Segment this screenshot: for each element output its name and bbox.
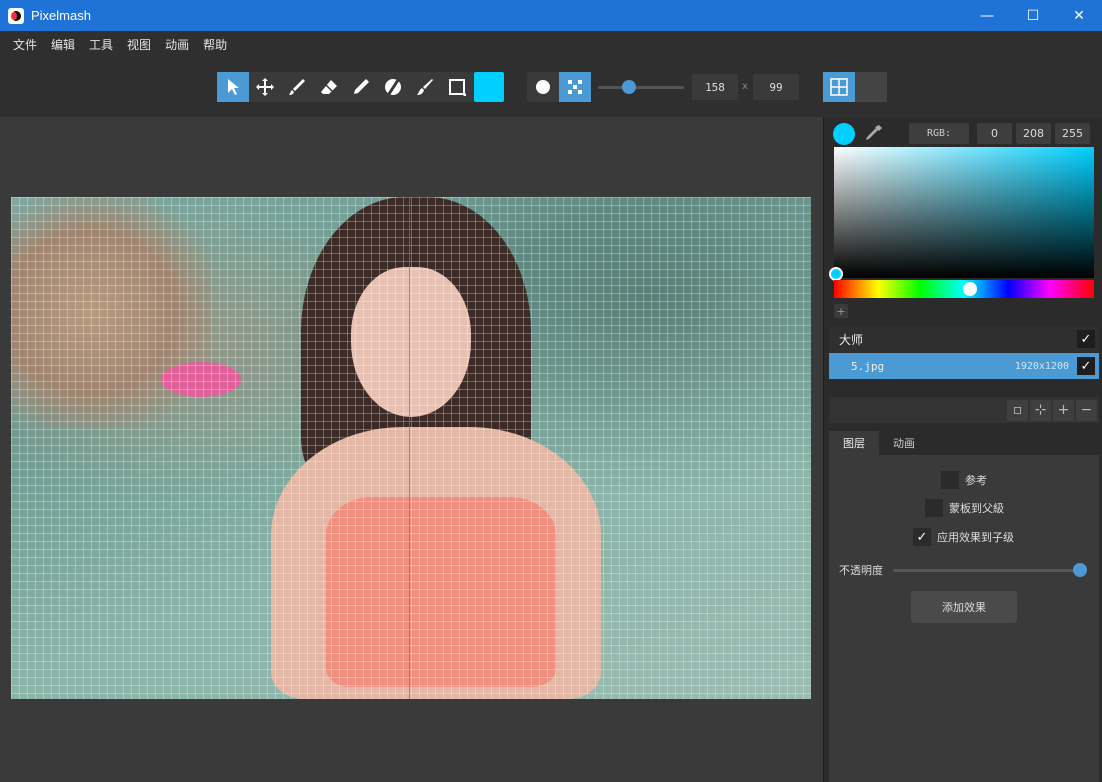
layer-visibility-checkbox[interactable]: ✓ (1077, 330, 1095, 348)
select-tool[interactable] (217, 72, 249, 102)
reference-option[interactable]: 参考 (941, 471, 987, 489)
circle-mode[interactable] (527, 72, 559, 102)
mask-to-parent-label: 蒙板到父級 (949, 502, 1004, 515)
move-icon (256, 78, 274, 96)
saturation-value-picker[interactable] (834, 147, 1094, 278)
menu-bar: 文件 编辑 工具 视图 动画 帮助 (0, 31, 1102, 57)
mask-to-parent-checkbox[interactable] (925, 499, 943, 517)
menu-help[interactable]: 帮助 (196, 36, 234, 53)
apply-to-children-label: 应用效果到子级 (937, 531, 1014, 544)
tab-layers[interactable]: 图层 (829, 431, 879, 455)
tool-group (217, 72, 504, 102)
fill-color-swatch[interactable] (474, 72, 504, 102)
layer-name: 大师 (839, 332, 864, 347)
color-mode-button[interactable]: RGB: (909, 123, 969, 144)
add-swatch-button[interactable]: + (834, 304, 848, 318)
menu-animation[interactable]: 动画 (158, 36, 196, 53)
window-title: Pixelmash (31, 8, 91, 23)
rectangle-icon (449, 79, 466, 96)
brush-tool[interactable] (281, 72, 313, 102)
fill-tool[interactable] (377, 72, 409, 102)
pencil-icon (354, 79, 369, 94)
grid-icon (830, 78, 848, 96)
pixelated-image[interactable] (11, 197, 811, 699)
minimize-button[interactable]: — (964, 0, 1010, 31)
maximize-button[interactable]: ☐ (1010, 0, 1056, 31)
menu-edit[interactable]: 编辑 (44, 36, 82, 53)
layer-size: 1920x1200 (1014, 360, 1069, 372)
current-color[interactable] (833, 123, 855, 145)
group-layer-button[interactable]: ⊹ (1030, 399, 1051, 421)
reference-checkbox[interactable] (941, 471, 959, 489)
checker-mode[interactable] (559, 72, 591, 102)
red-input[interactable]: 0 (977, 123, 1012, 144)
pixel-grid-overlay (11, 197, 811, 699)
grid-view-button[interactable] (823, 72, 855, 102)
apply-to-children-option[interactable]: ✓ 应用效果到子级 (913, 528, 1014, 546)
smudge-tool[interactable] (409, 72, 441, 102)
shape-mode-group (527, 72, 591, 102)
duplicate-layer-button[interactable]: ▫ (1007, 399, 1028, 421)
canvas-area[interactable] (0, 117, 823, 782)
opacity-slider[interactable] (893, 569, 1081, 572)
brush-size-track[interactable] (598, 86, 684, 89)
fill-disc-icon (385, 79, 401, 95)
size-separator: x (742, 81, 748, 92)
layer-row-selected[interactable]: 5.jpg 1920x1200 ✓ (829, 353, 1099, 379)
add-layer-button[interactable]: + (1053, 399, 1074, 421)
reference-label: 参考 (965, 474, 987, 487)
menu-tools[interactable]: 工具 (82, 36, 120, 53)
move-tool[interactable] (249, 72, 281, 102)
title-bar: Pixelmash — ☐ ✕ (0, 0, 1102, 31)
circle-icon (536, 80, 550, 94)
opacity-knob[interactable] (1073, 563, 1087, 577)
layer-name: 5.jpg (851, 359, 885, 373)
panel-tabs: 图层 动画 (829, 431, 1099, 455)
apply-to-children-checkbox[interactable]: ✓ (913, 528, 931, 546)
single-view-button[interactable] (855, 72, 887, 102)
mask-to-parent-option[interactable]: 蒙板到父級 (925, 499, 1004, 517)
add-effect-button[interactable]: 添加效果 (911, 591, 1017, 623)
green-input[interactable]: 208 (1016, 123, 1051, 144)
brush-icon (289, 79, 305, 95)
menu-view[interactable]: 视图 (120, 36, 158, 53)
eyedropper-icon[interactable] (864, 123, 884, 143)
layer-row[interactable]: 大师 ✓ (829, 326, 1099, 352)
brush-size-knob[interactable] (622, 80, 636, 94)
eraser-icon (321, 80, 337, 94)
tab-animation[interactable]: 动画 (879, 431, 929, 455)
center-guide (409, 197, 410, 699)
smudge-brush-icon (417, 79, 433, 95)
menu-file[interactable]: 文件 (6, 36, 44, 53)
checker-icon (568, 80, 582, 94)
blue-input[interactable]: 255 (1055, 123, 1090, 144)
pencil-tool[interactable] (345, 72, 377, 102)
opacity-label: 不透明度 (839, 564, 883, 577)
window-controls: — ☐ ✕ (964, 0, 1102, 31)
view-toggle-group (823, 72, 887, 102)
remove-layer-button[interactable]: − (1076, 399, 1097, 421)
layer-properties: 参考 蒙板到父級 ✓ 应用效果到子级 不透明度 添加效果 (829, 455, 1099, 782)
saturation-value-knob[interactable] (829, 267, 843, 281)
app-icon (8, 7, 24, 24)
close-button[interactable]: ✕ (1056, 0, 1102, 31)
layer-tools: ▫ ⊹ + − (829, 397, 1099, 423)
rectangle-tool[interactable] (441, 72, 473, 102)
brush-size-input[interactable]: 158 (692, 74, 738, 100)
eraser-tool[interactable] (313, 72, 345, 102)
canvas-value-input[interactable]: 99 (753, 74, 799, 100)
layer-visibility-checkbox[interactable]: ✓ (1077, 357, 1095, 375)
right-panel: RGB: 0 208 255 + 大师 ✓ 5.jpg 1920x1200 ✓ … (823, 117, 1102, 782)
toolbar: 158 x 99 (0, 57, 1102, 117)
hue-knob[interactable] (963, 282, 977, 296)
arrow-icon (228, 79, 239, 95)
